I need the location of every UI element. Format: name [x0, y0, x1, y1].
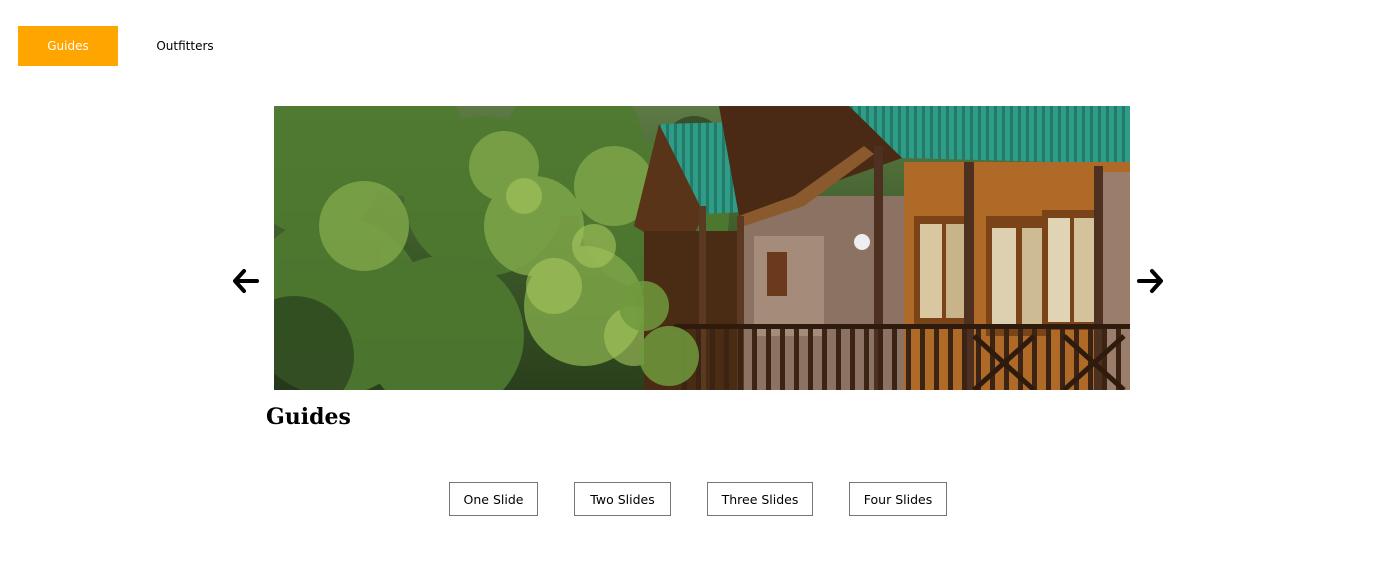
- carousel-next-button[interactable]: [1135, 264, 1167, 298]
- carousel-image: [274, 106, 1130, 390]
- two-slides-button[interactable]: Two Slides: [574, 482, 671, 516]
- tab-outfitters-label: Outfitters: [156, 39, 214, 53]
- one-slide-button[interactable]: One Slide: [449, 482, 538, 516]
- tab-outfitters[interactable]: Outfitters: [138, 26, 232, 66]
- tab-guides[interactable]: Guides: [18, 26, 118, 66]
- four-slides-button[interactable]: Four Slides: [849, 482, 947, 516]
- three-slides-button[interactable]: Three Slides: [707, 482, 813, 516]
- arrow-right-icon: [1137, 269, 1163, 293]
- carousel-prev-button[interactable]: [229, 264, 261, 298]
- tab-guides-label: Guides: [47, 39, 89, 53]
- slide-title: Guides: [266, 404, 351, 430]
- page: Guides Outfitters Guides One Slide Two S…: [0, 0, 1400, 565]
- arrow-left-icon: [233, 269, 259, 293]
